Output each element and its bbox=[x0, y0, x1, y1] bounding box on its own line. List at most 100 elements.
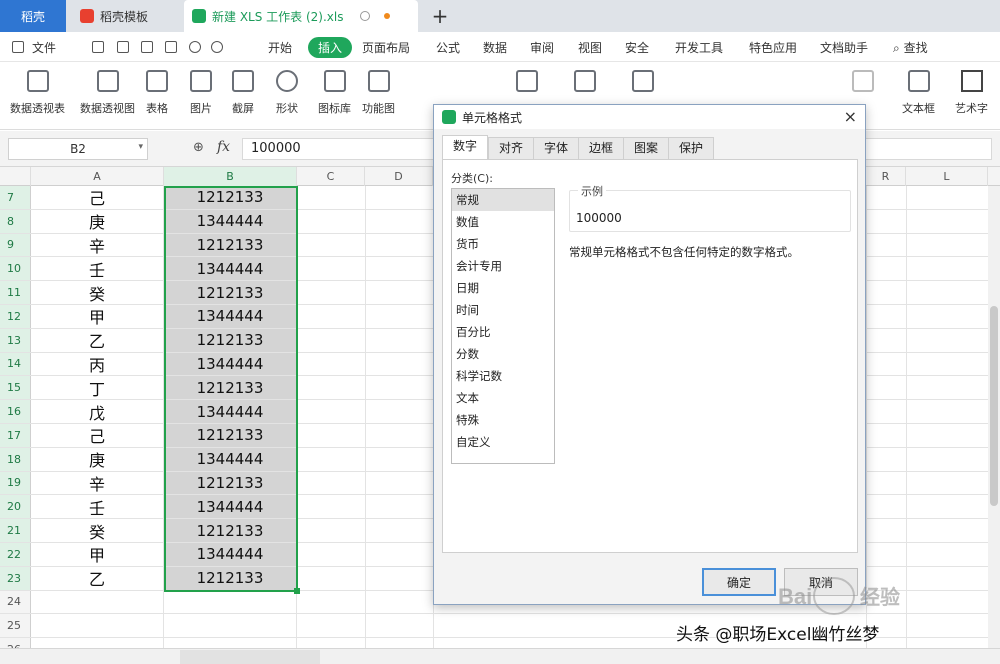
row-number[interactable]: 20 bbox=[0, 495, 31, 519]
tab-protection[interactable]: 保护 bbox=[668, 137, 715, 159]
cell-a[interactable]: 丁 bbox=[31, 376, 164, 400]
screenshot-button[interactable]: 截屏 bbox=[232, 68, 254, 116]
menu-hamburger-icon[interactable] bbox=[12, 41, 24, 53]
menu-features[interactable]: 特色应用 bbox=[749, 39, 797, 56]
cell-b[interactable]: 1344444 bbox=[164, 447, 297, 471]
category-item[interactable]: 分数 bbox=[452, 343, 554, 365]
cell-b[interactable]: 1212133 bbox=[164, 424, 297, 447]
row-number[interactable]: 21 bbox=[0, 519, 31, 542]
cell-a[interactable]: 己 bbox=[31, 186, 164, 209]
cell-a[interactable]: 癸 bbox=[31, 519, 164, 542]
cell-b[interactable] bbox=[164, 614, 297, 638]
row-number[interactable]: 16 bbox=[0, 400, 31, 423]
undo-icon[interactable] bbox=[189, 41, 201, 53]
cell-b[interactable]: 1212133 bbox=[164, 186, 297, 209]
cell-a[interactable]: 壬 bbox=[31, 495, 164, 519]
cell-b[interactable]: 1344444 bbox=[164, 209, 297, 233]
column-header-a[interactable]: A bbox=[31, 167, 164, 186]
vertical-scrollbar[interactable] bbox=[988, 186, 1000, 648]
tab-docer-home[interactable]: 稻壳 bbox=[0, 0, 66, 32]
pin-icon[interactable] bbox=[360, 11, 370, 21]
tab-pattern[interactable]: 图案 bbox=[623, 137, 670, 159]
close-icon[interactable]: × bbox=[844, 107, 857, 126]
redo-icon[interactable] bbox=[211, 41, 223, 53]
scrollbar-thumb[interactable] bbox=[990, 306, 998, 506]
column-header-b[interactable]: B bbox=[164, 167, 297, 186]
category-list[interactable]: 常规 数值 货币 会计专用 日期 时间 百分比 分数 科学记数 文本 特殊 自定义 bbox=[451, 188, 555, 464]
fx-icon[interactable]: fx bbox=[217, 139, 230, 155]
category-item[interactable]: 特殊 bbox=[452, 409, 554, 431]
category-item[interactable]: 会计专用 bbox=[452, 255, 554, 277]
row-number[interactable]: 19 bbox=[0, 471, 31, 495]
menu-insert[interactable]: 插入 bbox=[308, 37, 353, 58]
cell-b[interactable]: 1212133 bbox=[164, 471, 297, 495]
cell-a[interactable]: 己 bbox=[31, 424, 164, 447]
menu-security[interactable]: 安全 bbox=[625, 39, 649, 56]
row-number[interactable]: 13 bbox=[0, 328, 31, 352]
cell-b[interactable]: 1344444 bbox=[164, 257, 297, 281]
category-item[interactable]: 货币 bbox=[452, 233, 554, 255]
tab-number[interactable]: 数字 bbox=[442, 135, 489, 160]
row-number[interactable]: 18 bbox=[0, 447, 31, 471]
name-box[interactable]: B2 ▾ bbox=[8, 138, 148, 160]
cell-b[interactable]: 1212133 bbox=[164, 328, 297, 352]
cell-a[interactable]: 辛 bbox=[31, 233, 164, 257]
cell-a[interactable]: 乙 bbox=[31, 328, 164, 352]
cell-a[interactable]: 壬 bbox=[31, 257, 164, 281]
cell-a[interactable]: 乙 bbox=[31, 566, 164, 590]
cell-a[interactable]: 癸 bbox=[31, 281, 164, 304]
cell-a[interactable]: 辛 bbox=[31, 471, 164, 495]
new-tab-plus-icon[interactable]: + bbox=[430, 0, 450, 32]
object-button[interactable] bbox=[852, 68, 874, 92]
cell-a[interactable]: 甲 bbox=[31, 305, 164, 328]
tab-alignment[interactable]: 对齐 bbox=[488, 137, 535, 159]
menu-review[interactable]: 审阅 bbox=[530, 39, 554, 56]
row-number[interactable]: 15 bbox=[0, 376, 31, 400]
column-header-l[interactable]: L bbox=[906, 167, 988, 186]
category-item[interactable]: 科学记数 bbox=[452, 365, 554, 387]
print-icon[interactable] bbox=[141, 41, 153, 53]
category-item[interactable]: 数值 bbox=[452, 211, 554, 233]
category-item[interactable]: 日期 bbox=[452, 277, 554, 299]
save-icon[interactable] bbox=[117, 41, 129, 53]
pivot-chart-button[interactable]: 数据透视图 bbox=[80, 68, 135, 116]
menu-developer[interactable]: 开发工具 bbox=[675, 39, 723, 56]
tab-border[interactable]: 边框 bbox=[578, 137, 625, 159]
cell-b[interactable] bbox=[164, 590, 297, 614]
chart-button-3[interactable] bbox=[632, 68, 654, 92]
row-number[interactable]: 8 bbox=[0, 209, 31, 233]
menu-doc-assistant[interactable]: 文档助手 bbox=[820, 39, 868, 56]
table-button[interactable]: 表格 bbox=[146, 68, 168, 116]
cell-b[interactable]: 1212133 bbox=[164, 233, 297, 257]
function-chart-button[interactable]: 功能图 bbox=[362, 68, 395, 116]
cell-a[interactable]: 甲 bbox=[31, 543, 164, 566]
open-icon[interactable] bbox=[92, 41, 104, 53]
cell-b[interactable]: 1344444 bbox=[164, 543, 297, 566]
category-item[interactable]: 百分比 bbox=[452, 321, 554, 343]
row-number[interactable]: 9 bbox=[0, 233, 31, 257]
cell-b[interactable]: 1212133 bbox=[164, 376, 297, 400]
cell-b[interactable]: 1344444 bbox=[164, 495, 297, 519]
cell-a[interactable] bbox=[31, 614, 164, 638]
select-all-corner[interactable] bbox=[0, 167, 31, 186]
menu-file[interactable]: 文件 bbox=[32, 39, 56, 56]
row-number[interactable]: 25 bbox=[0, 614, 31, 638]
cell-b[interactable]: 1344444 bbox=[164, 305, 297, 328]
sheet-tab[interactable] bbox=[180, 650, 320, 664]
cell-b[interactable]: 1212133 bbox=[164, 566, 297, 590]
cell-a[interactable]: 庚 bbox=[31, 447, 164, 471]
fill-handle[interactable] bbox=[294, 588, 300, 594]
cell-b[interactable]: 1212133 bbox=[164, 519, 297, 542]
cell-a[interactable] bbox=[31, 590, 164, 614]
cell-b[interactable]: 1212133 bbox=[164, 281, 297, 304]
search-button[interactable]: ⌕ 查找 bbox=[893, 39, 928, 56]
tab-docer-templates[interactable]: 稻壳模板 bbox=[70, 0, 180, 32]
cell-b[interactable] bbox=[164, 638, 297, 648]
cell-b[interactable]: 1344444 bbox=[164, 352, 297, 376]
category-item[interactable]: 常规 bbox=[452, 189, 554, 211]
menu-home[interactable]: 开始 bbox=[268, 39, 292, 56]
category-item[interactable]: 文本 bbox=[452, 387, 554, 409]
row-number[interactable]: 14 bbox=[0, 352, 31, 376]
menu-data[interactable]: 数据 bbox=[483, 39, 507, 56]
tab-workbook[interactable]: 新建 XLS 工作表 (2).xls bbox=[184, 0, 418, 32]
